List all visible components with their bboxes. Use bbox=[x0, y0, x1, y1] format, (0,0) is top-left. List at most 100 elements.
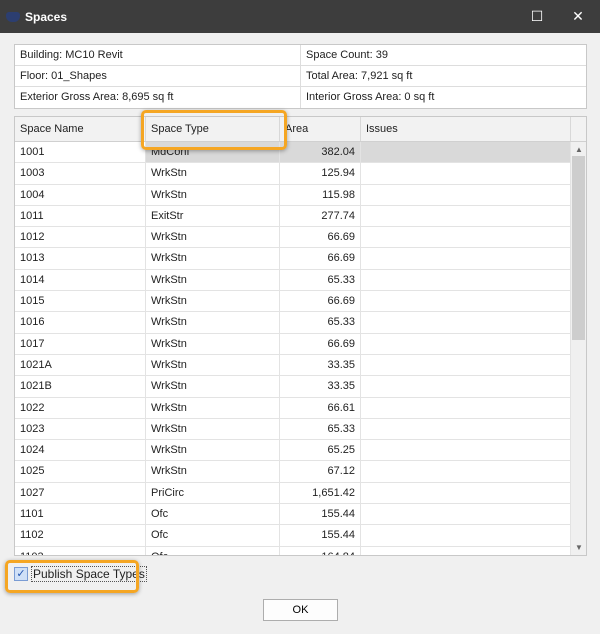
cell-issues[interactable] bbox=[361, 440, 571, 461]
cell-space-name[interactable]: 1017 bbox=[15, 333, 146, 354]
table-row[interactable]: 1003 WrkStn 125.94 bbox=[15, 163, 571, 185]
cell-space-type[interactable]: Ofc bbox=[146, 504, 280, 525]
cell-area[interactable]: 155.44 bbox=[280, 525, 361, 546]
cell-space-type[interactable]: WrkStn bbox=[146, 354, 280, 376]
cell-space-name[interactable]: 1012 bbox=[15, 227, 146, 248]
cell-space-name[interactable]: 1103 bbox=[15, 546, 146, 555]
cell-space-name[interactable]: 1101 bbox=[15, 504, 146, 525]
cell-area[interactable]: 66.69 bbox=[280, 333, 361, 354]
cell-issues[interactable] bbox=[361, 163, 571, 184]
cell-issues[interactable] bbox=[361, 333, 571, 354]
table-row[interactable]: 1023 WrkStn 65.33 bbox=[15, 418, 571, 441]
cell-space-name[interactable]: 1024 bbox=[15, 440, 146, 461]
cell-space-type[interactable]: Ofc bbox=[146, 525, 280, 546]
cell-space-name[interactable]: 1001 bbox=[15, 142, 146, 163]
cell-issues[interactable] bbox=[361, 227, 571, 248]
cell-space-name[interactable]: 1013 bbox=[15, 248, 146, 269]
cell-issues[interactable] bbox=[361, 269, 571, 291]
cell-space-type[interactable]: WrkStn bbox=[146, 184, 280, 205]
column-header-issues[interactable]: Issues bbox=[361, 117, 571, 141]
maximize-button[interactable]: ☐ bbox=[527, 8, 547, 25]
cell-issues[interactable] bbox=[361, 418, 571, 440]
cell-space-name[interactable]: 1004 bbox=[15, 184, 146, 205]
cell-space-name[interactable]: 1025 bbox=[15, 461, 146, 482]
cell-space-type[interactable]: PriCirc bbox=[146, 482, 280, 504]
close-button[interactable]: ✕ bbox=[568, 8, 588, 25]
table-row[interactable]: 1021A WrkStn 33.35 bbox=[15, 354, 571, 377]
cell-issues[interactable] bbox=[361, 312, 571, 333]
cell-space-type[interactable]: Ofc bbox=[146, 546, 280, 555]
cell-space-type[interactable]: WrkStn bbox=[146, 227, 280, 248]
cell-issues[interactable] bbox=[361, 205, 571, 227]
table-row[interactable]: 1014 WrkStn 65.33 bbox=[15, 269, 571, 292]
cell-area[interactable]: 67.12 bbox=[280, 461, 361, 482]
cell-space-type[interactable]: WrkStn bbox=[146, 418, 280, 440]
cell-space-type[interactable]: WrkStn bbox=[146, 291, 280, 312]
cell-space-type[interactable]: WrkStn bbox=[146, 312, 280, 333]
cell-issues[interactable] bbox=[361, 546, 571, 555]
table-row[interactable]: 1101 Ofc 155.44 bbox=[15, 504, 571, 526]
cell-issues[interactable] bbox=[361, 504, 571, 525]
cell-issues[interactable] bbox=[361, 376, 571, 397]
cell-area[interactable]: 1,651.42 bbox=[280, 482, 361, 504]
cell-area[interactable]: 164.84 bbox=[280, 546, 361, 555]
cell-space-name[interactable]: 1102 bbox=[15, 525, 146, 546]
table-row[interactable]: 1016 WrkStn 65.33 bbox=[15, 312, 571, 334]
table-row[interactable]: 1001 MdConf 382.04 bbox=[15, 142, 571, 164]
cell-area[interactable]: 66.69 bbox=[280, 227, 361, 248]
vertical-scrollbar[interactable]: ▲ ▼ bbox=[570, 142, 586, 555]
cell-area[interactable]: 277.74 bbox=[280, 205, 361, 227]
cell-issues[interactable] bbox=[361, 248, 571, 269]
ok-button[interactable]: OK bbox=[263, 599, 338, 621]
cell-area[interactable]: 66.69 bbox=[280, 291, 361, 312]
cell-space-type[interactable]: WrkStn bbox=[146, 269, 280, 291]
table-row[interactable]: 1012 WrkStn 66.69 bbox=[15, 227, 571, 249]
cell-space-name[interactable]: 1023 bbox=[15, 418, 146, 440]
cell-area[interactable]: 33.35 bbox=[280, 354, 361, 376]
cell-area[interactable]: 65.33 bbox=[280, 269, 361, 291]
table-row[interactable]: 1024 WrkStn 65.25 bbox=[15, 440, 571, 462]
cell-space-name[interactable]: 1011 bbox=[15, 205, 146, 227]
cell-area[interactable]: 66.69 bbox=[280, 248, 361, 269]
cell-area[interactable]: 115.98 bbox=[280, 184, 361, 205]
table-row[interactable]: 1027 PriCirc 1,651.42 bbox=[15, 482, 571, 505]
cell-area[interactable]: 66.61 bbox=[280, 397, 361, 418]
cell-issues[interactable] bbox=[361, 397, 571, 418]
cell-issues[interactable] bbox=[361, 142, 571, 163]
cell-space-type[interactable]: WrkStn bbox=[146, 163, 280, 184]
cell-issues[interactable] bbox=[361, 291, 571, 312]
cell-space-type[interactable]: WrkStn bbox=[146, 461, 280, 482]
table-row[interactable]: 1015 WrkStn 66.69 bbox=[15, 291, 571, 313]
cell-area[interactable]: 65.33 bbox=[280, 418, 361, 440]
cell-issues[interactable] bbox=[361, 354, 571, 376]
cell-space-name[interactable]: 1022 bbox=[15, 397, 146, 418]
cell-space-type[interactable]: WrkStn bbox=[146, 397, 280, 418]
cell-area[interactable]: 125.94 bbox=[280, 163, 361, 184]
cell-space-name[interactable]: 1003 bbox=[15, 163, 146, 184]
cell-space-type[interactable]: WrkStn bbox=[146, 248, 280, 269]
cell-issues[interactable] bbox=[361, 461, 571, 482]
cell-issues[interactable] bbox=[361, 184, 571, 205]
cell-space-name[interactable]: 1014 bbox=[15, 269, 146, 291]
table-row[interactable]: 1022 WrkStn 66.61 bbox=[15, 397, 571, 419]
column-header-space-name[interactable]: Space Name bbox=[15, 117, 146, 141]
table-row[interactable]: 1013 WrkStn 66.69 bbox=[15, 248, 571, 270]
cell-space-type[interactable]: WrkStn bbox=[146, 333, 280, 354]
table-row[interactable]: 1017 WrkStn 66.69 bbox=[15, 333, 571, 355]
cell-area[interactable]: 33.35 bbox=[280, 376, 361, 397]
table-row[interactable]: 1004 WrkStn 115.98 bbox=[15, 184, 571, 206]
cell-space-name[interactable]: 1015 bbox=[15, 291, 146, 312]
table-row[interactable]: 1103Ofc164.84 bbox=[15, 546, 571, 555]
cell-space-name[interactable]: 1016 bbox=[15, 312, 146, 333]
cell-space-name[interactable]: 1021A bbox=[15, 354, 146, 376]
cell-area[interactable]: 65.33 bbox=[280, 312, 361, 333]
cell-issues[interactable] bbox=[361, 482, 571, 504]
table-row[interactable]: 1011 ExitStr 277.74 bbox=[15, 205, 571, 228]
cell-issues[interactable] bbox=[361, 525, 571, 546]
cell-area[interactable]: 155.44 bbox=[280, 504, 361, 525]
scroll-thumb[interactable] bbox=[572, 156, 585, 340]
cell-area[interactable]: 65.25 bbox=[280, 440, 361, 461]
cell-space-name[interactable]: 1027 bbox=[15, 482, 146, 504]
column-header-area[interactable]: Area bbox=[280, 117, 361, 141]
cell-space-type[interactable]: WrkStn bbox=[146, 440, 280, 461]
